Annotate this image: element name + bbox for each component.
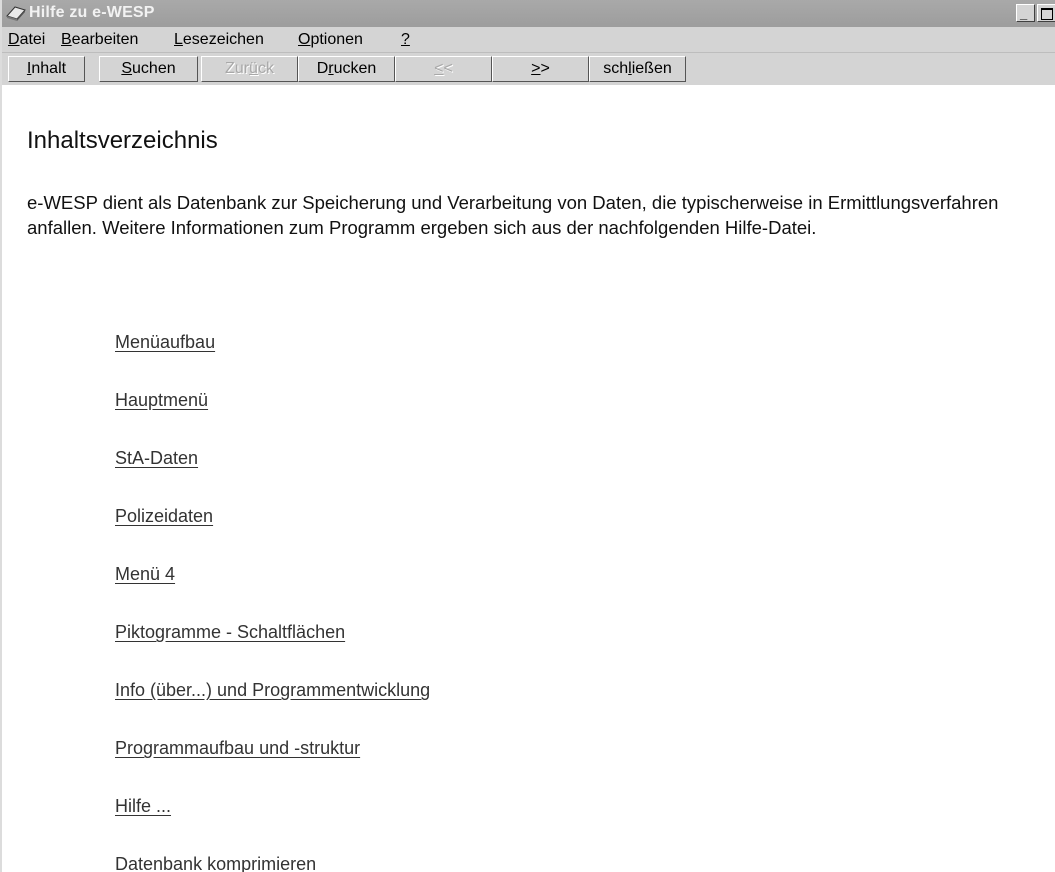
inhalt-button[interactable]: Inhalt (8, 56, 85, 82)
page-title: Inhaltsverzeichnis (27, 127, 218, 154)
browse-forward-button[interactable]: >> (492, 56, 589, 82)
topic-link[interactable]: Programmaufbau und -struktur (115, 738, 360, 759)
maximize-button[interactable] (1037, 4, 1055, 22)
minimize-icon: _ (1020, 6, 1028, 21)
zurueck-button[interactable]: Zurück (201, 56, 298, 82)
menu-lesezeichen[interactable]: Lesezeichen (174, 31, 264, 49)
help-content: Inhaltsverzeichnis e-WESP dient als Date… (2, 85, 1055, 872)
toolbar: Inhalt Suchen Zurück Drucken << >> schli… (2, 53, 1055, 85)
suchen-button[interactable]: Suchen (99, 56, 198, 82)
schliessen-button[interactable]: schließen (589, 56, 686, 82)
menu-bearbeiten[interactable]: Bearbeiten (61, 31, 138, 49)
help-book-icon (5, 4, 27, 22)
topic-link[interactable]: StA-Daten (115, 448, 198, 469)
browse-back-button[interactable]: << (395, 56, 492, 82)
topic-link[interactable]: Datenbank komprimieren (115, 854, 316, 872)
topic-link[interactable]: Hilfe ... (115, 796, 171, 817)
menu-datei[interactable]: Datei (8, 31, 45, 49)
minimize-button[interactable]: _ (1016, 4, 1035, 22)
menu-bar: Datei Bearbeiten Lesezeichen Optionen ? (2, 27, 1055, 53)
intro-text: e-WESP dient als Datenbank zur Speicheru… (27, 192, 999, 238)
topic-link[interactable]: Menüaufbau (115, 332, 215, 353)
topic-link[interactable]: Polizeidaten (115, 506, 213, 527)
menu-optionen[interactable]: Optionen (298, 31, 363, 49)
topic-link[interactable]: Info (über...) und Programmentwicklung (115, 680, 430, 701)
topic-link[interactable]: Piktogramme - Schaltflächen (115, 622, 345, 643)
topic-link[interactable]: Menü 4 (115, 564, 175, 585)
menu-help[interactable]: ? (401, 31, 410, 49)
title-bar[interactable]: Hilfe zu e-WESP _ (2, 0, 1055, 27)
topic-link[interactable]: Hauptmenü (115, 390, 208, 411)
help-window: Hilfe zu e-WESP _ Datei Bearbeiten Lesez… (0, 0, 1055, 872)
window-title: Hilfe zu e-WESP (29, 4, 155, 21)
maximize-icon (1041, 8, 1053, 20)
drucken-button[interactable]: Drucken (298, 56, 395, 82)
